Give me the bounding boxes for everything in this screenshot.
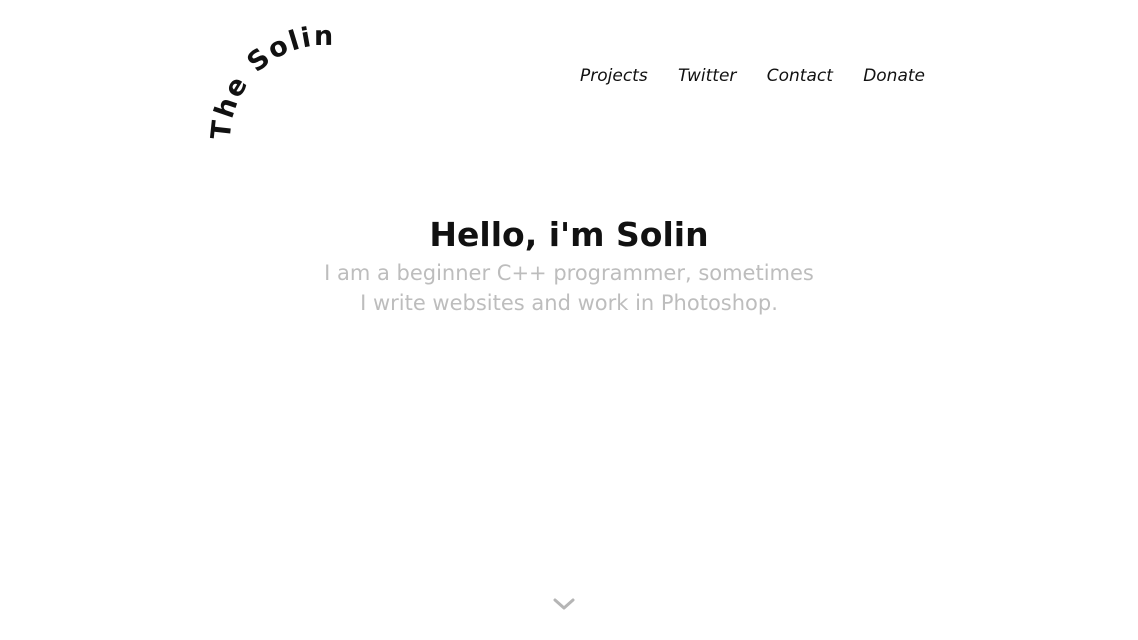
site-logo[interactable]: The Solin. (190, 10, 340, 160)
nav-link-donate[interactable]: Donate (863, 66, 925, 86)
logo-arc: The Solin. (190, 10, 335, 141)
nav-link-twitter[interactable]: Twitter (678, 66, 736, 86)
logo-text: The Solin. (190, 10, 335, 141)
hero-section: Hello, i'm Solin I am a beginner C++ pro… (0, 212, 1138, 318)
hero-title: Hello, i'm Solin (429, 215, 709, 254)
hero-subtitle-line-1: I am a beginner C++ programmer, sometime… (324, 261, 814, 285)
chevron-down-icon (553, 598, 575, 610)
main-nav: Projects Twitter Contact Donate (580, 66, 925, 86)
hero-subtitle-line-2: I write websites and work in Photoshop. (360, 291, 778, 315)
nav-link-contact[interactable]: Contact (767, 66, 833, 86)
scroll-down-button[interactable] (552, 596, 576, 612)
nav-link-projects[interactable]: Projects (580, 66, 648, 86)
